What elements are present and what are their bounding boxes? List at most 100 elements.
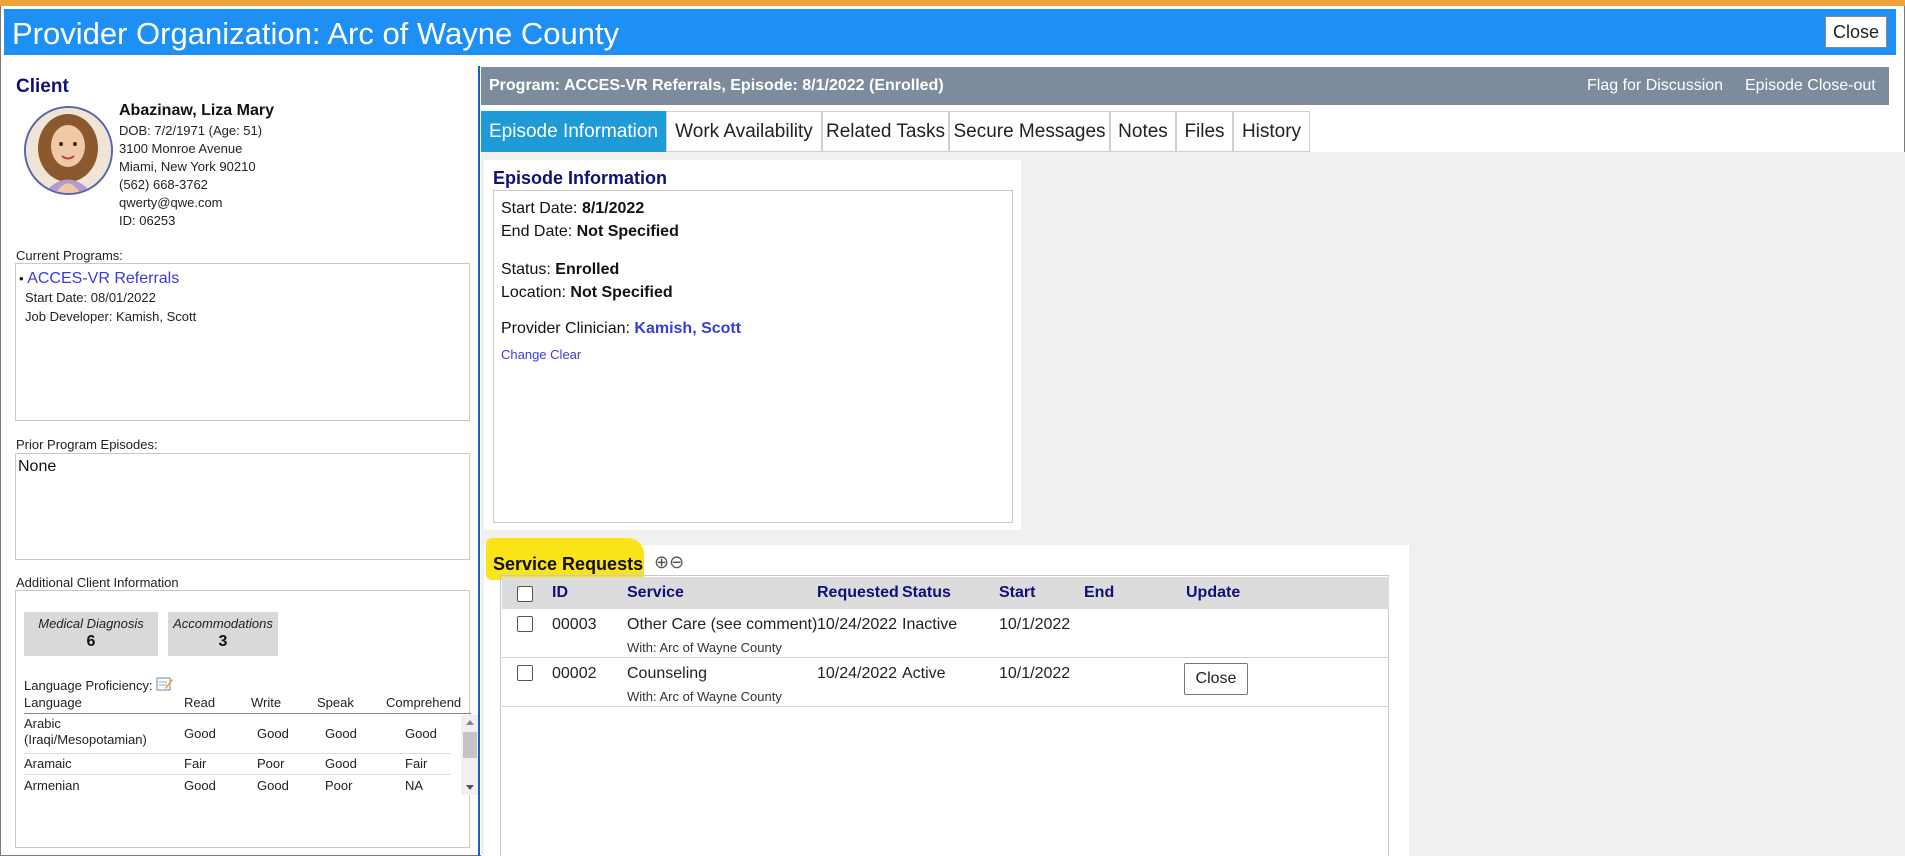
row-start: 10/1/2022 [999,616,1071,633]
col-speak: Speak [317,695,354,710]
row-service: Other Care (see comment) [627,616,818,633]
table-header: ID Service Requested Status Start End Up… [502,577,1389,609]
scroll-thumb[interactable] [463,732,477,758]
col-requested[interactable]: Requested [817,584,899,602]
episode-information-panel: Episode Information Start Date: 8/1/2022… [484,160,1021,530]
prior-episodes-label: Prior Program Episodes: [16,437,158,452]
episode-information-title: Episode Information [493,168,668,188]
end-date-value: Not Specified [576,223,679,240]
tab-files[interactable]: Files [1176,111,1233,152]
tab-secure-messages[interactable]: Secure Messages [949,111,1110,152]
provider-clinician-link[interactable]: Kamish, Scott [634,320,741,337]
tile-value: 3 [218,633,228,650]
client-section-title: Client [16,76,69,97]
end-date-line: End Date: Not Specified [501,223,679,240]
service-requests-title: Service Requests [493,554,644,574]
avatar-image [26,108,111,193]
accent-stripe [0,0,1905,6]
col-end[interactable]: End [1084,584,1114,602]
panel-divider [478,66,480,856]
client-address-line2: Miami, New York 90210 [119,159,256,174]
row-requested: 10/24/2022 [817,616,898,633]
tile-value: 6 [86,633,96,650]
row-requested: 10/24/2022 [817,665,898,682]
client-avatar [24,106,113,195]
current-program-link[interactable]: ACCES-VR Referrals [27,270,179,287]
close-window-button[interactable]: Close [1825,16,1887,48]
col-read: Read [184,695,216,710]
start-date-line: Start Date: 8/1/2022 [501,200,645,217]
prior-episodes-value: None [18,458,57,475]
language-table-header: Language Read Write Speak Comprehend [24,695,471,714]
location-value: Not Specified [570,284,673,301]
row-with: With: Arc of Wayne County [627,640,782,655]
medical-diagnosis-tile[interactable]: Medical Diagnosis 6 [24,612,158,656]
tab-notes[interactable]: Notes [1110,111,1176,152]
accommodations-tile[interactable]: Accommodations 3 [168,612,278,656]
additional-info-label: Additional Client Information [16,575,179,590]
col-comprehend: Comprehend [386,695,462,710]
change-clinician-link[interactable]: Change [501,347,547,362]
client-phone: (562) 668-3762 [119,177,208,192]
col-service[interactable]: Service [627,584,684,602]
edit-icon[interactable] [156,676,174,695]
scroll-down-icon[interactable] [466,785,474,790]
status-value: Enrolled [555,261,620,278]
language-row: Armenian Good Good Poor NA [24,778,424,793]
row-status: Inactive [902,616,958,633]
row-start: 10/1/2022 [999,665,1071,682]
tab-history[interactable]: History [1233,111,1310,152]
additional-info-box: Medical Diagnosis 6 Accommodations 3 Lan… [15,590,479,848]
tab-episode-information[interactable]: Episode Information [481,111,666,152]
episode-close-out-link[interactable]: Episode Close-out [1745,77,1876,95]
location-line: Location: Not Specified [501,284,673,301]
client-dob: DOB: 7/2/1971 (Age: 51) [119,123,263,138]
language-row: Arabic (Iraqi/Mesopotamian) Good Good Go… [24,715,451,754]
row-service: Counseling [627,665,708,682]
start-date-value: 8/1/2022 [581,200,645,217]
language-proficiency-label: Language Proficiency: [24,676,174,695]
collapse-all-icon[interactable]: ⊖ [669,552,684,572]
client-id: ID: 06253 [119,213,176,228]
current-programs-label: Current Programs: [16,248,123,263]
clinician-actions: Change Clear [501,347,581,362]
col-language: Language [24,695,82,710]
row-id: 00002 [552,665,597,682]
select-all-checkbox[interactable] [517,586,533,602]
language-scrollbar[interactable] [461,715,479,795]
col-start[interactable]: Start [999,584,1035,602]
episode-information-box: Start Date: 8/1/2022 End Date: Not Speci… [493,190,1013,523]
language-row: Aramaic Fair Poor Good Fair [24,754,451,775]
prior-episodes-box: None [15,453,470,560]
bullet: • [19,271,24,286]
col-update: Update [1186,584,1241,601]
tab-related-tasks[interactable]: Related Tasks [822,111,949,152]
close-service-button[interactable]: Close [1184,663,1248,695]
table-row[interactable]: 00003 Other Care (see comment) With: Arc… [502,609,1389,658]
client-panel: Client Abazinaw, Liza Mary DOB: 7/2/1971… [0,66,479,856]
table-row[interactable]: 00002 Counseling With: Arc of Wayne Coun… [502,658,1389,707]
status-line: Status: Enrolled [501,261,620,278]
client-name: Abazinaw, Liza Mary [119,102,274,119]
service-requests-panel: Service Requests ⊕⊖ ID Service Requested… [484,538,1409,856]
row-checkbox[interactable] [517,665,533,681]
current-programs-box: • ACCES-VR Referrals Start Date: 08/01/2… [15,263,470,421]
program-job-developer: Job Developer: Kamish, Scott [25,309,197,324]
scroll-up-icon[interactable] [466,720,474,725]
tab-work-availability[interactable]: Work Availability [666,111,822,152]
row-id: 00003 [552,616,597,633]
program-title: Program: ACCES-VR Referrals, Episode: 8/… [489,77,944,94]
row-status: Active [902,665,946,682]
clear-clinician-link[interactable]: Clear [550,347,581,362]
program-bar: Program: ACCES-VR Referrals, Episode: 8/… [481,67,1889,105]
flag-for-discussion-link[interactable]: Flag for Discussion [1587,77,1723,95]
title-bar: Provider Organization: Arc of Wayne Coun… [4,9,1896,55]
col-status[interactable]: Status [902,584,951,602]
program-start-date: Start Date: 08/01/2022 [25,290,156,305]
col-id[interactable]: ID [552,584,568,602]
client-address-line1: 3100 Monroe Avenue [119,141,243,156]
client-details: Abazinaw, Liza Mary DOB: 7/2/1971 (Age: … [119,102,274,230]
page-title: Provider Organization: Arc of Wayne Coun… [12,16,620,51]
expand-all-icon[interactable]: ⊕ [654,552,669,572]
row-checkbox[interactable] [517,616,533,632]
